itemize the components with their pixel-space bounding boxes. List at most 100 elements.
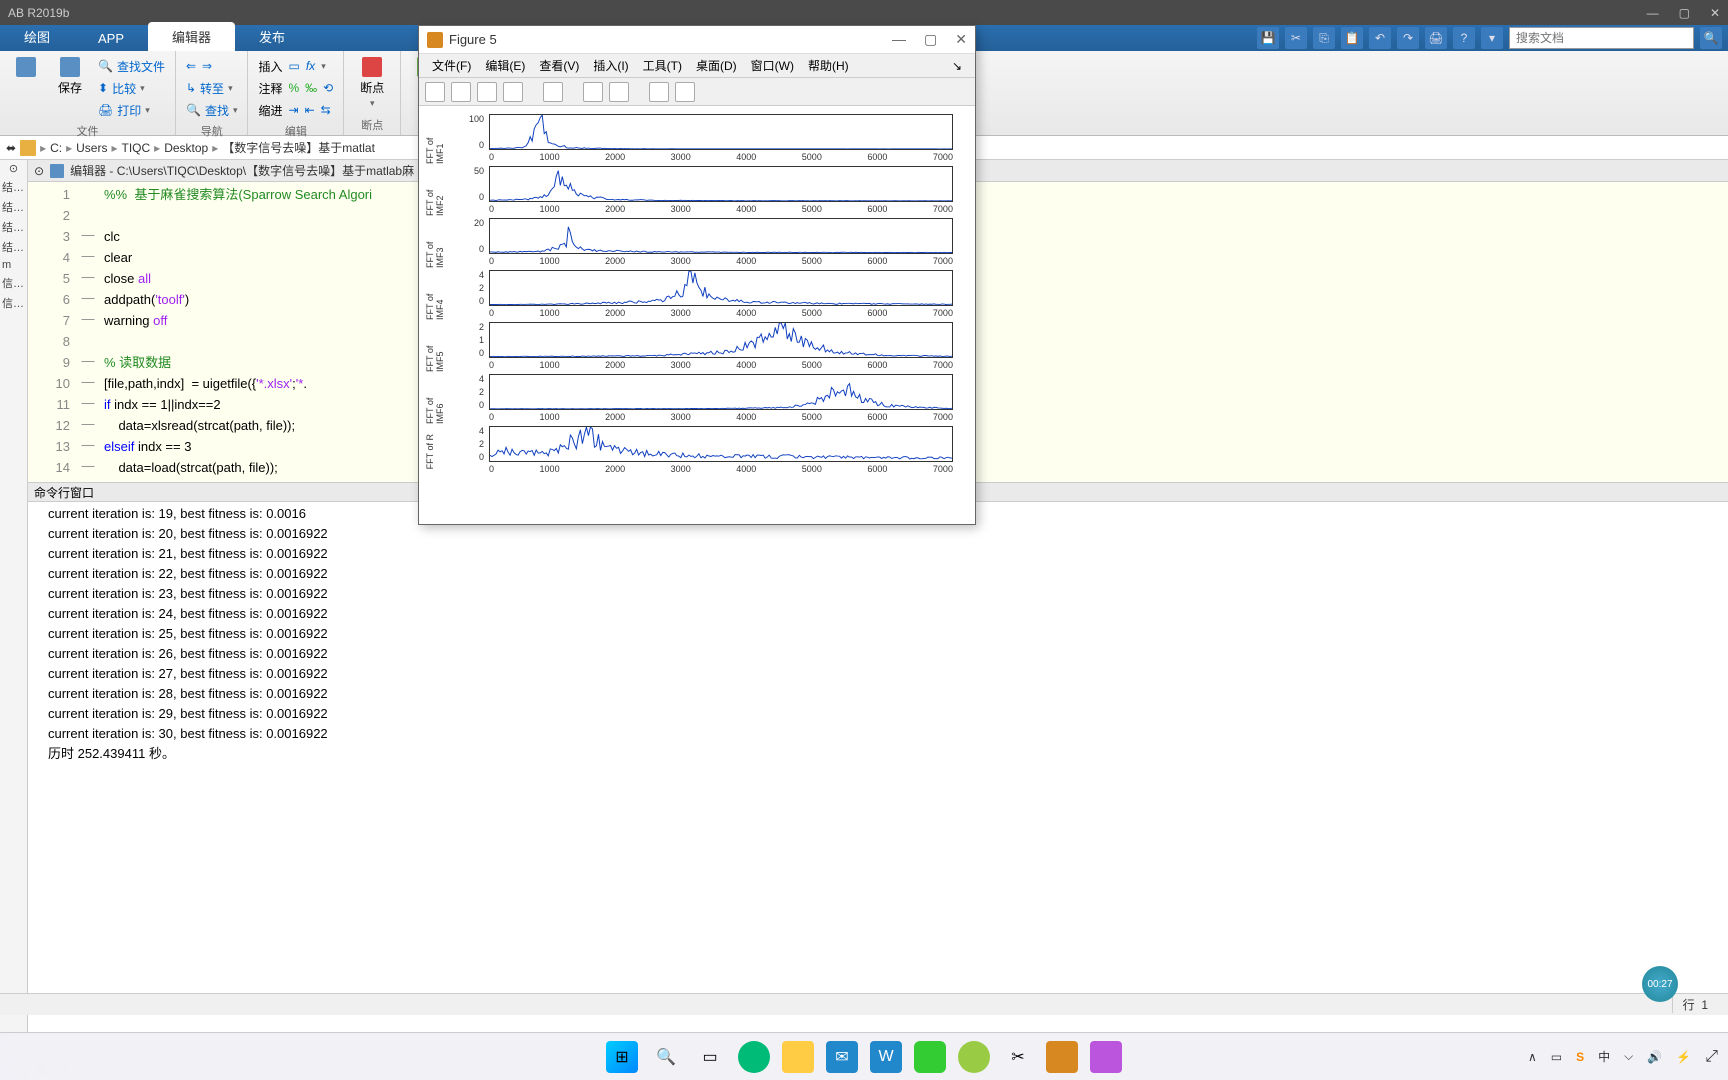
dropdown-icon[interactable]: ▾ [1481,27,1503,49]
left-tab-0[interactable]: 结果... [0,177,27,197]
fig-maximize[interactable]: ▢ [924,31,937,48]
new-button[interactable] [10,55,42,121]
figure-axes-area[interactable]: FFT of IMF110000100020003000400050006000… [419,106,975,524]
chevron-icon[interactable]: ⊙ [34,164,44,178]
left-tab-6[interactable]: 信号... [0,293,27,313]
figure-window[interactable]: Figure 5 — ▢ ✕ 文件(F) 编辑(E) 查看(V) 插入(I) 工… [418,25,976,525]
save-icon[interactable]: 💾 [1257,27,1279,49]
word-icon[interactable]: W [870,1041,902,1073]
group-bp-label: 断点 [354,117,390,133]
smartindent-btn[interactable]: ⇆ [321,103,331,117]
colorbar-icon[interactable] [609,82,629,102]
insert-fx[interactable]: fx [306,59,315,73]
left-tab-3[interactable]: 结果... [0,237,27,257]
edge-icon[interactable] [738,1041,770,1073]
left-tab-4[interactable]: m [0,257,27,273]
fig-close[interactable]: ✕ [955,31,967,48]
left-tab-5[interactable]: 信号... [0,273,27,293]
paste-icon[interactable]: 📋 [1341,27,1363,49]
tray-cursor-icon[interactable]: ⤢ [1705,1048,1718,1066]
snip-icon[interactable]: ✂ [1002,1041,1034,1073]
find-files-button[interactable]: 🔍 查找文件 [98,58,165,75]
nav-back[interactable]: ⇐ [186,59,196,73]
tray-battery-icon[interactable]: ⚡ [1676,1050,1691,1064]
mail-icon[interactable]: ✉ [826,1041,858,1073]
matlab-tb-icon[interactable] [1046,1041,1078,1073]
fig-minimize[interactable]: — [892,31,906,48]
search-docs-input[interactable] [1509,27,1694,49]
group-file-label: 文件 [10,123,165,139]
redo-icon[interactable]: ↷ [1397,27,1419,49]
app-icon[interactable] [1090,1041,1122,1073]
cut-icon[interactable]: ✂ [1285,27,1307,49]
minimize-button[interactable]: — [1647,6,1659,20]
folder-icon[interactable] [20,140,36,156]
explorer-icon[interactable] [782,1041,814,1073]
editor-path: 编辑器 - C:\Users\TIQC\Desktop\【数字信号去噪】基于ma… [70,162,414,179]
tray-ime-icon[interactable]: 中 [1598,1048,1610,1065]
file-icon [50,164,64,178]
save-button[interactable]: 保存 [52,55,88,121]
command-window[interactable]: current iteration is: 19, best fitness i… [28,502,1728,1058]
cursor-icon[interactable] [583,82,603,102]
print-fig-icon[interactable] [503,82,523,102]
legend-icon[interactable] [675,82,695,102]
save-fig-icon[interactable] [477,82,497,102]
tray-expand-icon[interactable]: ∧ [1528,1050,1537,1064]
menu-help[interactable]: 帮助(H) [801,57,856,74]
help-icon[interactable]: ? [1453,27,1475,49]
wechat-icon[interactable] [914,1041,946,1073]
menu-more-icon[interactable]: ↘ [945,59,969,73]
maximize-button[interactable]: ▢ [1679,6,1690,20]
browser-icon[interactable] [958,1041,990,1073]
figure-titlebar[interactable]: Figure 5 — ▢ ✕ [419,26,975,54]
menu-insert[interactable]: 插入(I) [586,57,635,74]
menu-edit[interactable]: 编辑(E) [478,57,532,74]
search-tb-icon[interactable]: 🔍 [650,1041,682,1073]
menu-view[interactable]: 查看(V) [532,57,586,74]
menu-tools[interactable]: 工具(T) [636,57,689,74]
start-button[interactable]: ⊞ [606,1041,638,1073]
undo-icon[interactable]: ↶ [1369,27,1391,49]
menu-file[interactable]: 文件(F) [425,57,478,74]
copy-icon[interactable]: ⎘ [1313,27,1335,49]
tab-apps[interactable]: APP [74,26,148,51]
insert-section[interactable]: ▭ [289,59,300,73]
open-fig-icon[interactable] [451,82,471,102]
close-button[interactable]: ✕ [1710,6,1720,20]
new-fig-icon[interactable] [425,82,445,102]
tab-publish[interactable]: 发布 [235,22,309,51]
compare-button[interactable]: ⬍ 比较 ▾ [98,80,145,97]
tray-wifi-icon[interactable]: ⌵ [1624,1049,1633,1064]
tray-sogou-icon[interactable]: S [1576,1050,1584,1064]
left-tab-1[interactable]: 结果... [0,197,27,217]
search-icon[interactable]: 🔍 [1700,27,1722,49]
print-button[interactable]: 🖨 打印 ▾ [98,102,150,119]
breakpoints-button[interactable]: 断点▾ [354,55,390,111]
arrow-icon[interactable] [649,82,669,102]
dropdown-icon[interactable]: ⊙ [0,160,27,177]
tray-app-icon[interactable]: ▭ [1551,1050,1562,1064]
menu-desktop[interactable]: 桌面(D) [689,57,744,74]
comment-btn[interactable]: % [289,81,300,95]
tab-editor[interactable]: 编辑器 [148,22,235,51]
link-icon[interactable] [543,82,563,102]
folder-up-icon[interactable]: ⬌ [6,141,16,155]
uncomment-btn[interactable]: ‰ [305,81,317,95]
wrap-btn[interactable]: ⟲ [323,81,333,95]
indent-btn[interactable]: ⇥ [289,103,299,117]
group-edit-label: 编辑 [258,123,333,139]
nav-fwd[interactable]: ⇒ [202,59,212,73]
tray-volume-icon[interactable]: 🔊 [1647,1050,1662,1064]
figure-toolbar [419,78,975,106]
find-button[interactable]: 🔍 查找 ▾ [186,102,238,119]
menu-window[interactable]: 窗口(W) [744,57,801,74]
taskview-icon[interactable]: ▭ [694,1041,726,1073]
print-icon[interactable]: 🖨 [1425,27,1447,49]
app-title: AB R2019b [8,6,69,20]
goto-button[interactable]: ↳ 转至 ▾ [186,80,233,97]
tab-plots[interactable]: 绘图 [0,22,74,51]
left-tab-2[interactable]: 结果... [0,217,27,237]
group-nav-label: 导航 [186,123,238,139]
outdent-btn[interactable]: ⇤ [305,103,315,117]
